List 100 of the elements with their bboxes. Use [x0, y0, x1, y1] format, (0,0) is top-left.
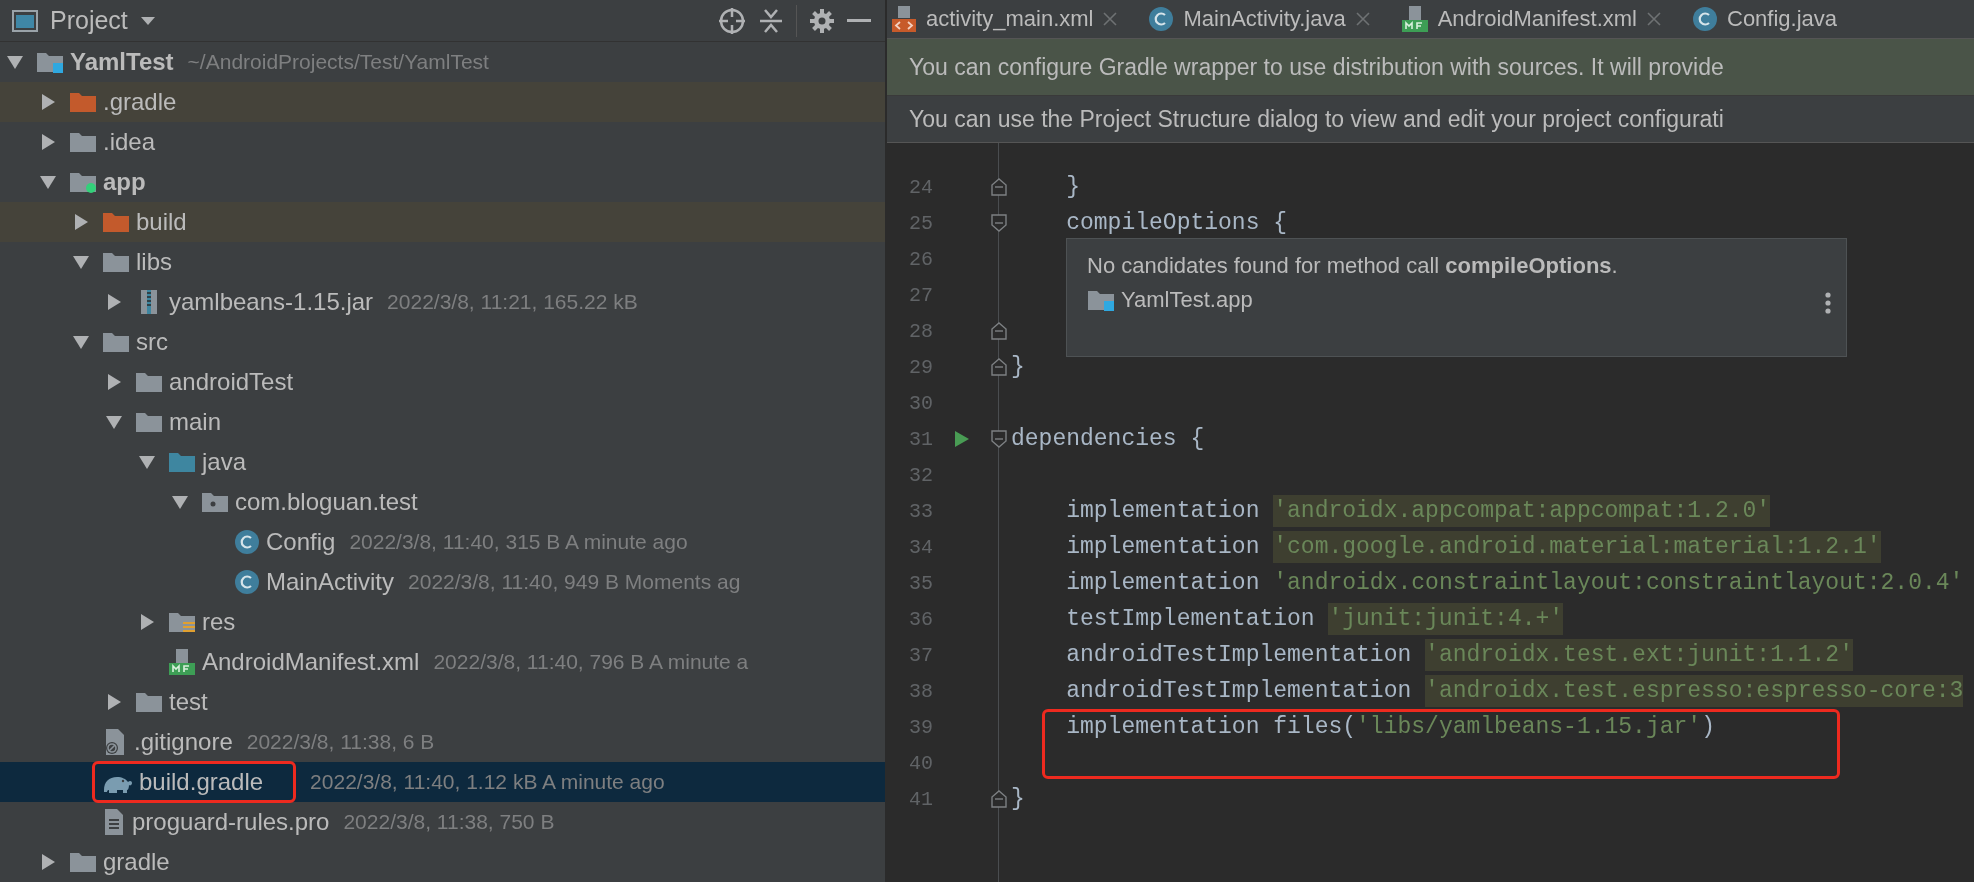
tree-row[interactable]: .gradle	[0, 82, 885, 122]
crosshair-icon[interactable]	[718, 6, 746, 35]
tree-row[interactable]: com.bloguan.test	[0, 482, 885, 522]
tree-row[interactable]: androidTest	[0, 362, 885, 402]
fold-marker-icon[interactable]	[991, 214, 1007, 232]
tree-row[interactable]: Config 2022/3/8, 11:40, 315 B A minute ago	[0, 522, 885, 562]
tree-row[interactable]: app	[0, 162, 885, 202]
tree-arrow-icon[interactable]	[171, 493, 189, 511]
tree-item[interactable]: AndroidManifest.xml	[202, 648, 420, 676]
tree-arrow-icon[interactable]	[105, 693, 123, 711]
class-icon	[234, 529, 260, 555]
fold-marker-icon[interactable]	[991, 430, 1007, 448]
item-details: 2022/3/8, 11:40, 315 B A minute ago	[349, 530, 688, 554]
editor-tab[interactable]: AndroidManifest.xml	[1400, 5, 1662, 33]
tree-row[interactable]: proguard-rules.pro 2022/3/8, 11:38, 750 B	[0, 802, 885, 842]
fold-marker-icon[interactable]	[991, 358, 1007, 376]
line-number: 37	[908, 643, 933, 667]
line-number: 29	[908, 355, 933, 379]
line-number: 25	[908, 211, 933, 235]
tree-item[interactable]: proguard-rules.pro	[132, 808, 330, 836]
manifest-file-icon	[168, 648, 196, 676]
tree-item[interactable]: main	[169, 408, 222, 436]
tree-item[interactable]: Config	[266, 528, 336, 556]
fold-marker-icon[interactable]	[991, 790, 1007, 808]
tree-arrow-icon[interactable]	[6, 53, 24, 71]
panel-title[interactable]: Project	[50, 6, 128, 35]
tree-arrow-icon[interactable]	[138, 453, 156, 471]
tree-item[interactable]: java	[202, 448, 247, 476]
tree-arrow-icon[interactable]	[39, 853, 57, 871]
tree-arrow-icon[interactable]	[39, 93, 57, 111]
tree-row[interactable]: test	[0, 682, 885, 722]
tree-row[interactable]: AndroidManifest.xml 2022/3/8, 11:40, 796 B A minute a	[0, 642, 885, 682]
tree-row[interactable]: build	[0, 202, 885, 242]
tree-arrow-icon[interactable]	[72, 333, 90, 351]
tree-arrow-icon[interactable]	[138, 613, 156, 631]
tree-item[interactable]: build	[136, 208, 187, 236]
tree-item[interactable]: com.bloguan.test	[235, 488, 418, 516]
line-number: 34	[908, 535, 933, 559]
tree-item[interactable]: res	[202, 608, 236, 636]
folder-icon	[102, 210, 130, 234]
module-folder-icon	[36, 50, 64, 74]
line-number: 32	[908, 463, 933, 487]
folder-icon	[69, 90, 97, 114]
tree-item[interactable]: .gradle	[103, 88, 177, 116]
editor-tab[interactable]: MainActivity.java	[1148, 6, 1371, 32]
code-line: }	[1065, 174, 1080, 200]
tree-item[interactable]: app	[103, 168, 146, 196]
fold-marker-icon[interactable]	[991, 322, 1007, 340]
tree-row[interactable]: .gitignore 2022/3/8, 11:38, 6 B	[0, 722, 885, 762]
dropdown-caret-icon[interactable]	[139, 15, 156, 26]
folder-icon	[168, 610, 196, 634]
tree-row[interactable]: src	[0, 322, 885, 362]
notification-banner: You can use the Project Structure dialog to view and edit your project configurati	[887, 96, 1974, 143]
tree-item[interactable]: test	[169, 688, 208, 716]
tree-item[interactable]: .idea	[103, 128, 156, 156]
tree-item[interactable]: gradle	[103, 848, 170, 876]
tree-arrow-icon[interactable]	[105, 373, 123, 391]
tree-arrow-icon[interactable]	[105, 413, 123, 431]
tree-row[interactable]: build.gradle 2022/3/8, 11:40, 1.12 kB A minute ago	[0, 762, 885, 802]
tree-arrow-icon[interactable]	[72, 213, 90, 231]
folder-icon	[102, 330, 130, 354]
tree-item[interactable]: MainActivity	[266, 568, 395, 596]
tree-arrow-icon[interactable]	[105, 293, 123, 311]
tree-item[interactable]: build.gradle	[139, 768, 264, 796]
tree-item[interactable]: .gitignore	[134, 728, 233, 756]
tree-item[interactable]: src	[136, 328, 168, 356]
line-number: 40	[908, 751, 933, 775]
collapse-all-icon[interactable]	[758, 7, 784, 34]
line-number: 24	[908, 175, 933, 199]
tree-item[interactable]: YamlTest	[70, 48, 174, 76]
tooltip-message: No candidates found for method call compileOptions.	[1087, 253, 1619, 279]
settings-icon[interactable]	[809, 7, 835, 34]
editor-tab[interactable]: activity_main.xml	[891, 5, 1119, 33]
tree-row[interactable]: res	[0, 602, 885, 642]
tree-row[interactable]: gradle	[0, 842, 885, 882]
editor-tab[interactable]: Config.java	[1692, 6, 1838, 32]
tree-item[interactable]: yamlbeans-1.15.jar	[169, 288, 374, 316]
tree-item[interactable]: androidTest	[169, 368, 294, 396]
tree-item[interactable]: libs	[136, 248, 172, 276]
run-icon[interactable]	[954, 430, 970, 448]
line-number: 35	[908, 571, 933, 595]
module-link[interactable]: YamlTest.app	[1121, 287, 1253, 313]
tree-row[interactable]: MainActivity 2022/3/8, 11:40, 949 B Moments ag	[0, 562, 885, 602]
tree-row[interactable]: YamlTest ~/AndroidProjects/Test/YamlTest	[0, 42, 885, 82]
line-number: 41	[908, 787, 933, 811]
tree-row[interactable]: java	[0, 442, 885, 482]
tree-row[interactable]: yamlbeans-1.15.jar 2022/3/8, 11:21, 165.22 kB	[0, 282, 885, 322]
tree-row[interactable]: .idea	[0, 122, 885, 162]
fold-marker-icon[interactable]	[991, 178, 1007, 196]
more-options-icon[interactable]	[1824, 291, 1832, 315]
tree-row[interactable]: libs	[0, 242, 885, 282]
tree-arrow-icon[interactable]	[72, 253, 90, 271]
tree-row[interactable]: main	[0, 402, 885, 442]
tree-arrow-icon[interactable]	[39, 133, 57, 151]
module-folder-icon	[69, 170, 97, 194]
tree-arrow-icon[interactable]	[39, 173, 57, 191]
code-line: dependencies {	[1011, 426, 1205, 452]
line-number: 39	[908, 715, 933, 739]
minimize-icon[interactable]	[847, 18, 871, 23]
line-number: 38	[908, 679, 933, 703]
